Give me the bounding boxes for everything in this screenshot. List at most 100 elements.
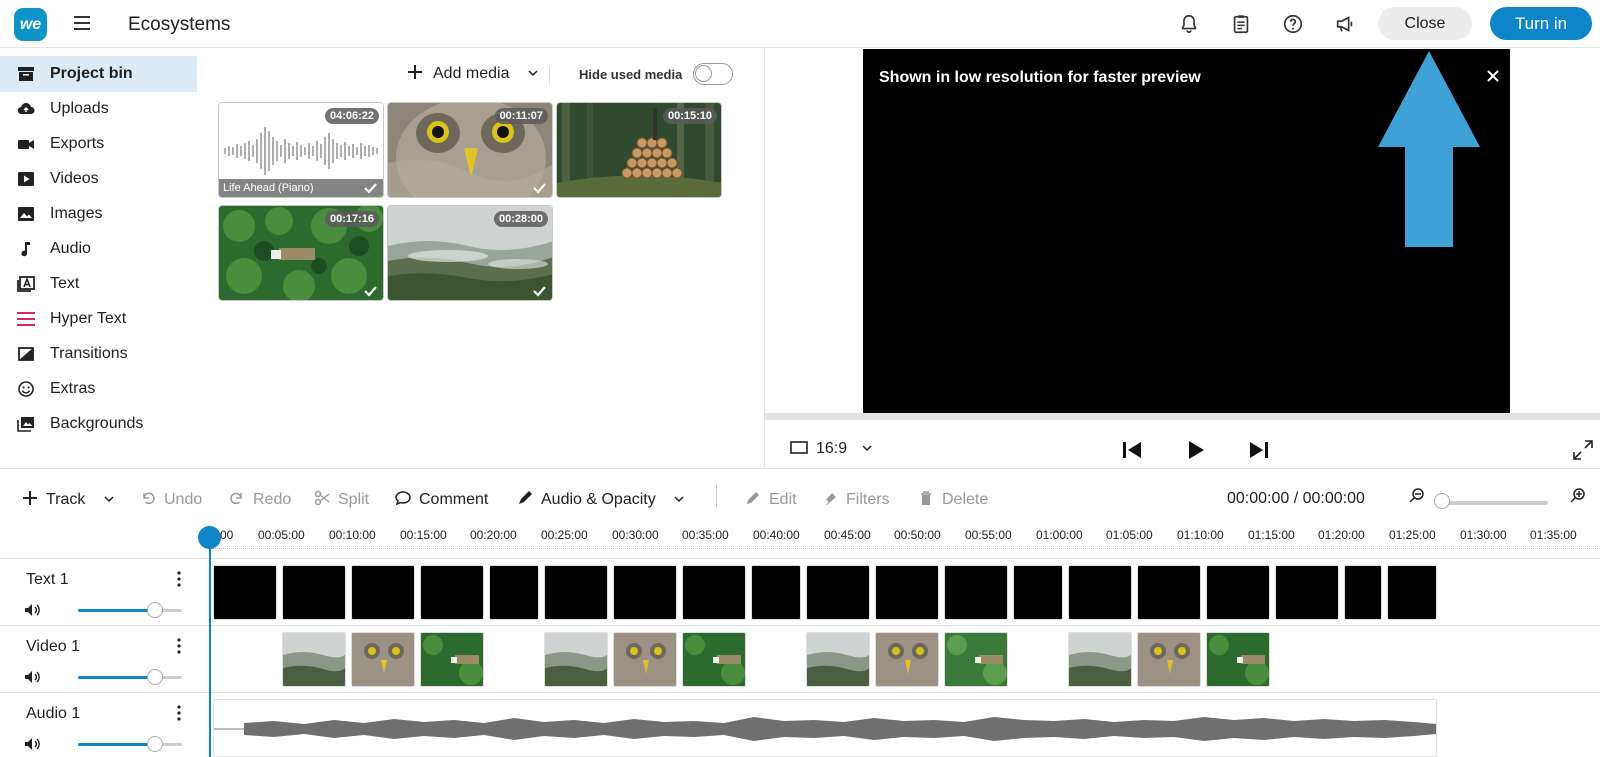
- text-clip[interactable]: [489, 565, 539, 620]
- video-clip-aerial-forest[interactable]: [682, 632, 746, 687]
- text-clip[interactable]: [682, 565, 746, 620]
- video-clip-owl[interactable]: [1137, 632, 1201, 687]
- video-clip-aerial-forest[interactable]: [1206, 632, 1270, 687]
- filters-button[interactable]: Filters: [822, 490, 890, 512]
- sidebar-item-hyper-text[interactable]: Hyper Text: [0, 301, 197, 337]
- add-track-button[interactable]: Track: [22, 490, 114, 512]
- zoom-slider-handle[interactable]: [1434, 493, 1450, 509]
- play-icon[interactable]: [1183, 438, 1207, 462]
- volume-slider-handle[interactable]: [147, 602, 163, 618]
- redo-icon: [230, 492, 242, 505]
- video-clip-aerial-forest[interactable]: [944, 632, 1008, 687]
- clipboard-icon[interactable]: [1230, 13, 1252, 35]
- help-icon[interactable]: [1282, 13, 1304, 35]
- comment-button[interactable]: Comment: [395, 490, 488, 512]
- hide-used-media-toggle[interactable]: [693, 63, 733, 85]
- text-clip[interactable]: [751, 565, 801, 620]
- text-clip[interactable]: [213, 565, 277, 620]
- hamburger-menu-icon[interactable]: [74, 16, 90, 30]
- megaphone-icon[interactable]: [1334, 13, 1356, 35]
- media-item-owl-video[interactable]: 00:11:07: [387, 102, 553, 198]
- turn-in-button[interactable]: Turn in: [1490, 7, 1592, 40]
- video-clip-misty-forest[interactable]: [1068, 632, 1132, 687]
- text-clip[interactable]: [1275, 565, 1339, 620]
- video-clip-misty-forest[interactable]: [282, 632, 346, 687]
- aspect-ratio-selector[interactable]: 16:9: [790, 440, 872, 458]
- video-clip-misty-forest[interactable]: [544, 632, 608, 687]
- undo-button[interactable]: Undo: [140, 490, 202, 512]
- text-clip[interactable]: [1068, 565, 1132, 620]
- text-clip[interactable]: [1344, 565, 1382, 620]
- text-clip[interactable]: [544, 565, 608, 620]
- sidebar-item-transitions[interactable]: Transitions: [0, 336, 197, 372]
- media-item-aerial-forest-video[interactable]: 00:17:16: [218, 205, 384, 301]
- text-clip[interactable]: [806, 565, 870, 620]
- volume-icon[interactable]: [24, 603, 40, 617]
- check-icon: [364, 183, 377, 194]
- we-video-logo[interactable]: we: [14, 8, 47, 41]
- more-vertical-icon[interactable]: [177, 571, 181, 587]
- text-clip[interactable]: [282, 565, 346, 620]
- video-clip-owl[interactable]: [351, 632, 415, 687]
- zoom-slider[interactable]: [1444, 501, 1548, 505]
- close-button[interactable]: Close: [1378, 7, 1472, 40]
- sidebar-item-images[interactable]: Images: [0, 196, 197, 232]
- project-title: Ecosystems: [128, 14, 231, 35]
- text-clip[interactable]: [351, 565, 415, 620]
- sidebar-item-text[interactable]: Text: [0, 266, 197, 302]
- preview-progress-bar[interactable]: [765, 413, 1600, 420]
- timeline-ruler[interactable]: 00 00:05:00 00:10:00 00:15:00 00:20:00 0…: [210, 522, 1600, 550]
- redo-button[interactable]: Redo: [229, 490, 291, 512]
- text-clip[interactable]: [613, 565, 677, 620]
- video-clip-owl[interactable]: [613, 632, 677, 687]
- split-button[interactable]: Split: [314, 490, 369, 512]
- audio-opacity-button[interactable]: Audio & Opacity: [517, 490, 684, 512]
- sidebar-item-label: Transitions: [50, 345, 128, 362]
- skip-back-icon[interactable]: [1120, 438, 1144, 462]
- volume-icon[interactable]: [24, 670, 40, 684]
- media-item-audio[interactable]: 04:06:22 Life Ahead (Piano): [218, 102, 384, 198]
- sidebar-item-uploads[interactable]: Uploads: [0, 91, 197, 127]
- add-media-button[interactable]: Add media: [407, 64, 538, 88]
- more-vertical-icon[interactable]: [177, 638, 181, 654]
- volume-slider-handle[interactable]: [147, 669, 163, 685]
- sidebar-item-videos[interactable]: Videos: [0, 161, 197, 197]
- duration-badge: 00:28:00: [493, 211, 548, 227]
- sidebar-item-backgrounds[interactable]: Backgrounds: [0, 406, 197, 442]
- comment-icon: [395, 491, 411, 506]
- text-clip[interactable]: [420, 565, 484, 620]
- more-vertical-icon[interactable]: [177, 705, 181, 721]
- delete-button[interactable]: Delete: [918, 490, 988, 512]
- sidebar-item-label: Extras: [50, 380, 96, 397]
- edit-button[interactable]: Edit: [745, 490, 797, 512]
- text-clip[interactable]: [1137, 565, 1201, 620]
- playhead-handle[interactable]: [198, 526, 221, 549]
- text-clip[interactable]: [1387, 565, 1437, 620]
- low-resolution-notice: Shown in low resolution for faster previ…: [879, 69, 1201, 86]
- text-clip[interactable]: [944, 565, 1008, 620]
- video-clip-aerial-forest[interactable]: [420, 632, 484, 687]
- zoom-out-icon[interactable]: [1408, 487, 1425, 504]
- fullscreen-icon[interactable]: [1572, 439, 1594, 461]
- zoom-in-icon[interactable]: [1569, 487, 1586, 504]
- video-clip-misty-forest[interactable]: [806, 632, 870, 687]
- text-clip[interactable]: [1013, 565, 1063, 620]
- sidebar-item-project-bin[interactable]: Project bin: [0, 56, 197, 92]
- volume-icon[interactable]: [24, 737, 40, 751]
- media-item-misty-forest-video[interactable]: 00:28:00: [387, 205, 553, 301]
- image-icon: [18, 207, 34, 221]
- text-clip[interactable]: [875, 565, 939, 620]
- text-clip[interactable]: [1206, 565, 1270, 620]
- split-label: Split: [338, 491, 370, 508]
- audio-clip[interactable]: [213, 699, 1437, 757]
- video-clip-owl[interactable]: [875, 632, 939, 687]
- media-item-logs-video[interactable]: 00:15:10: [556, 102, 722, 198]
- bell-icon[interactable]: [1178, 13, 1200, 35]
- skip-forward-icon[interactable]: [1247, 438, 1271, 462]
- chevron-down-icon[interactable]: [528, 69, 538, 77]
- close-icon[interactable]: [1486, 69, 1500, 83]
- sidebar-item-exports[interactable]: Exports: [0, 126, 197, 162]
- sidebar-item-extras[interactable]: Extras: [0, 371, 197, 407]
- sidebar-item-audio[interactable]: Audio: [0, 231, 197, 267]
- volume-slider-handle[interactable]: [147, 736, 163, 752]
